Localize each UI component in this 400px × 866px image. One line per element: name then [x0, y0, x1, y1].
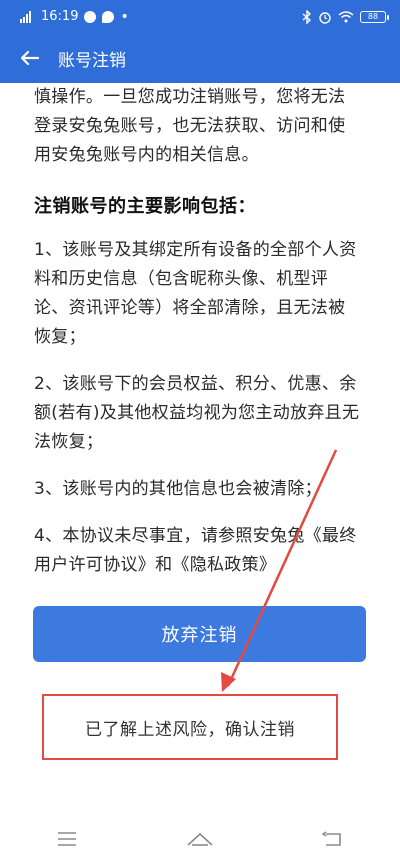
- impact-item-3: 3、该账号内的其他信息也会被清除；: [34, 475, 374, 504]
- item-line: 1、该账号及其绑定所有设备的全部个人资: [34, 240, 357, 260]
- intro-paragraph: 慎操作。一旦您成功注销账号，您将无法 登录安兔兔账号，也无法获取、访问和使 用安…: [34, 83, 374, 170]
- item-line: 2、该账号下的会员权益、积分、优惠、余: [34, 374, 357, 394]
- page-title: 账号注销: [58, 50, 126, 71]
- section-title: 注销账号的主要影响包括：: [34, 196, 256, 217]
- item-line: 额(若有)及其他权益均视为您主动放弃且无: [34, 403, 360, 423]
- notification-icon: [84, 10, 97, 23]
- item-line: 用户许可协议》和《隐私政策》: [34, 555, 277, 575]
- item-line: 论、资讯评论等）将全部清除，且无法被: [34, 298, 346, 318]
- app-header: 账号注销: [0, 33, 400, 83]
- impact-item-1: 1、该账号及其绑定所有设备的全部个人资 料和历史信息（包含昵称头像、机型评 论、…: [34, 236, 374, 352]
- menu-nav-button[interactable]: [37, 819, 97, 859]
- agreement-content: 慎操作。一旦您成功注销账号，您将无法 登录安兔兔账号，也无法获取、访问和使 用安…: [0, 83, 400, 598]
- status-right: 88: [302, 9, 389, 24]
- item-line: 4、本协议未尽事宜，请参照安兔兔《最终: [34, 526, 357, 546]
- alarm-icon: [319, 11, 331, 24]
- system-nav-bar: [0, 812, 400, 866]
- impact-item-4: 4、本协议未尽事宜，请参照安兔兔《最终 用户许可协议》和《隐私政策》: [34, 522, 374, 580]
- home-nav-button[interactable]: [170, 819, 230, 859]
- abandon-cancellation-button[interactable]: 放弃注销: [33, 606, 366, 662]
- impact-item-2: 2、该账号下的会员权益、积分、优惠、余 额(若有)及其他权益均视为您主动放弃且无…: [34, 370, 374, 457]
- status-left: 16:19 •: [20, 9, 129, 25]
- battery-icon: 88: [360, 10, 389, 23]
- back-button[interactable]: [0, 33, 60, 83]
- intro-line: 登录安兔兔账号，也无法获取、访问和使: [34, 116, 346, 136]
- battery-level: 88: [367, 12, 379, 21]
- menu-icon: [57, 832, 76, 846]
- intro-line: 慎操作。一旦您成功注销账号，您将无法: [34, 87, 346, 107]
- signal-icon: [20, 10, 31, 23]
- back-arrow-icon: [20, 50, 40, 66]
- wifi-icon: [338, 10, 354, 22]
- back-nav-icon: [322, 831, 342, 846]
- bluetooth-icon: [302, 9, 312, 24]
- confirm-cancellation-button[interactable]: 已了解上述风险，确认注销: [42, 694, 338, 760]
- status-time: 16:19: [41, 9, 79, 24]
- status-bar: 16:19 • 88: [0, 0, 400, 33]
- item-line: 料和历史信息（包含昵称头像、机型评: [34, 269, 329, 289]
- item-line: 恢复；: [34, 327, 86, 347]
- back-nav-button[interactable]: [303, 819, 363, 859]
- home-icon: [187, 833, 213, 846]
- message-icon: [102, 10, 115, 23]
- item-line: 法恢复；: [34, 432, 104, 452]
- intro-line: 用安兔兔账号内的相关信息。: [34, 145, 259, 165]
- item-line: 3、该账号内的其他信息也会被清除；: [34, 479, 322, 499]
- more-dots-icon: •: [120, 8, 129, 25]
